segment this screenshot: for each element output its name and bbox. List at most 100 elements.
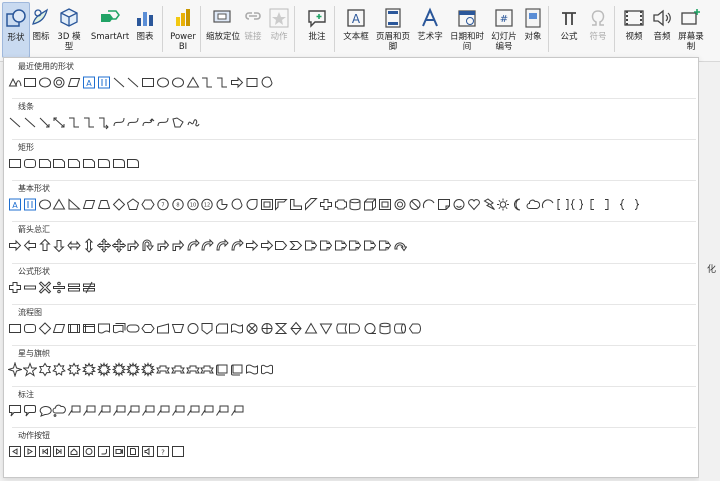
shape-callout12[interactable] (230, 403, 244, 418)
shape-ribbon[interactable] (156, 362, 170, 377)
shape-nosymbol[interactable] (408, 197, 422, 212)
textbox-button[interactable]: A 文本框 (340, 2, 372, 58)
shape-stripedr[interactable] (245, 238, 259, 253)
shape-dbl-arrow-line[interactable] (52, 115, 66, 130)
shape-hexagon[interactable] (141, 197, 155, 212)
shape-elbow[interactable] (67, 115, 81, 130)
shape-callout7[interactable] (156, 403, 170, 418)
shape-elbow-arrow[interactable] (97, 115, 111, 130)
shape-rcallout[interactable] (304, 238, 318, 253)
shape-elbow[interactable] (200, 75, 214, 90)
shape-freeform[interactable] (171, 115, 185, 130)
shape-rarrow[interactable] (230, 75, 244, 90)
shape-wedgerrect[interactable] (23, 403, 37, 418)
shape-chord[interactable] (260, 75, 274, 90)
shape-card[interactable] (215, 321, 229, 336)
shape-star16[interactable] (111, 362, 127, 377)
wordart-button[interactable]: 艺术字 (416, 2, 444, 58)
shape-document[interactable] (97, 321, 111, 336)
shape-line[interactable] (112, 75, 126, 90)
shape-rtriangle-tri[interactable] (8, 75, 22, 90)
shape-btn-home[interactable] (67, 444, 81, 459)
shape-snip3[interactable] (67, 156, 81, 171)
shape-star7[interactable] (52, 362, 67, 377)
shape-sort[interactable] (289, 321, 303, 336)
shape-summing[interactable] (245, 321, 259, 336)
shape-round3[interactable] (126, 156, 140, 171)
shape-curvedl[interactable] (200, 238, 215, 253)
shape-arc[interactable] (541, 197, 555, 212)
shape-lrudarrow[interactable] (111, 238, 126, 253)
shape-callout4[interactable] (112, 403, 126, 418)
shape-trapezoid[interactable] (97, 197, 111, 212)
shape-diagstripe[interactable] (304, 197, 318, 212)
shape-udarrow[interactable] (82, 238, 96, 253)
shape-equal[interactable] (67, 280, 81, 295)
shape-arrow-line[interactable] (38, 115, 52, 130)
shape-display[interactable] (408, 321, 422, 336)
shape-connector[interactable] (186, 321, 200, 336)
shape-vtextbox[interactable] (97, 75, 111, 90)
shape-darrow[interactable] (52, 238, 66, 253)
shape-ucallout[interactable] (348, 238, 362, 253)
shape-wave[interactable] (245, 362, 259, 377)
shape-line[interactable] (8, 115, 22, 130)
shape-donut[interactable] (52, 75, 66, 90)
shape-wedgeoval[interactable] (38, 403, 52, 418)
shape-curvedarrow[interactable] (245, 75, 259, 90)
shape-line[interactable] (126, 75, 140, 90)
shape-callout6[interactable] (141, 403, 155, 418)
shape-merge[interactable] (319, 321, 333, 336)
shape-curvedr[interactable] (186, 238, 200, 253)
shape-star24[interactable] (125, 362, 141, 377)
shape-divide[interactable] (52, 280, 66, 295)
shape-circulararrow[interactable] (393, 238, 408, 253)
shape-storeddata[interactable] (334, 321, 348, 336)
shape-plus[interactable] (8, 280, 22, 295)
shape-quadcallout[interactable] (378, 238, 392, 253)
shape-cube[interactable] (363, 197, 377, 212)
shape-callout9[interactable] (186, 403, 200, 418)
shape-delay[interactable] (348, 321, 362, 336)
shape-scroll2[interactable] (230, 362, 244, 377)
shape-scribble[interactable] (186, 115, 200, 130)
shape-lcallout[interactable] (334, 238, 348, 253)
slidenumber-button[interactable]: # 幻灯片编号 (488, 2, 520, 58)
shape-offpage[interactable] (200, 321, 214, 336)
shape-parallelogram[interactable] (52, 321, 66, 336)
shape-callout8[interactable] (171, 403, 185, 418)
shape-elbow[interactable] (82, 115, 96, 130)
shape-halfframe[interactable] (274, 197, 289, 212)
datetime-button[interactable]: 日期和时间 (448, 2, 486, 58)
shape-cloud[interactable] (526, 197, 541, 212)
shape-star12[interactable] (96, 362, 112, 377)
shape-rect[interactable] (8, 156, 22, 171)
shape-btn-doc[interactable] (126, 444, 140, 459)
shape-rbracket[interactable] (600, 197, 614, 212)
shape-quadarrow[interactable] (96, 238, 112, 253)
shape-smiley[interactable] (452, 197, 466, 212)
shape-rtriangle[interactable] (67, 197, 81, 212)
shape-arc[interactable] (422, 197, 436, 212)
shape-btn-begin[interactable] (38, 444, 52, 459)
shape-snip2[interactable] (52, 156, 66, 171)
shape-heart[interactable] (467, 197, 481, 212)
shape-direct[interactable] (393, 321, 407, 336)
shape-lbrace[interactable] (615, 197, 629, 212)
shape-cloudcallout[interactable] (52, 403, 67, 418)
shape-vtextbox[interactable] (23, 197, 37, 212)
screenrec-button[interactable]: 屏幕录制 (676, 2, 706, 58)
smartart-button[interactable]: SmartArt (88, 2, 132, 58)
shape-btn-fwd[interactable] (23, 444, 37, 459)
shape-notequal[interactable] (82, 280, 96, 295)
shape-curve[interactable] (112, 115, 126, 130)
shape-pie[interactable] (215, 197, 229, 212)
object-button[interactable]: 对象 (520, 2, 546, 58)
video-button[interactable]: 视频 (620, 2, 648, 58)
shape-decagon[interactable]: 10 (186, 197, 200, 212)
shape-rect[interactable] (8, 321, 22, 336)
shape-bentarrow[interactable] (126, 238, 140, 253)
shape-btn-movie[interactable] (112, 444, 126, 459)
shape-frame[interactable] (260, 197, 274, 212)
shape-pentagonarrow[interactable] (274, 238, 288, 253)
